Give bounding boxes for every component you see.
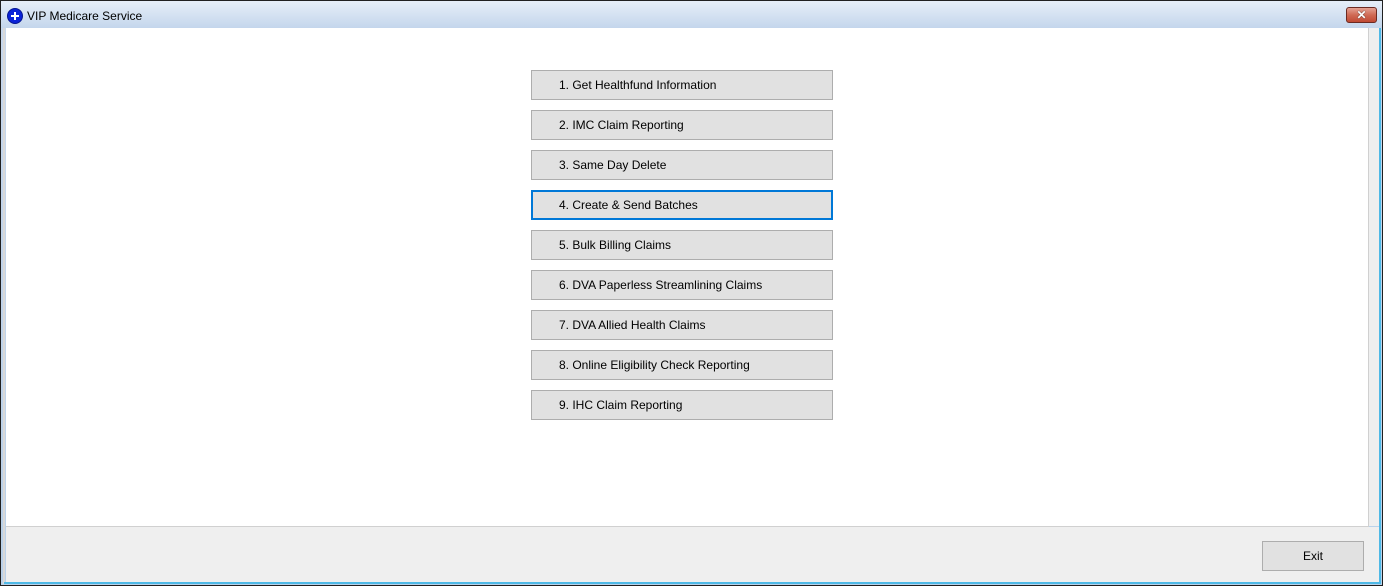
menu-button-get-healthfund-information[interactable]: 1. Get Healthfund Information bbox=[531, 70, 833, 100]
menu-button-create-send-batches[interactable]: 4. Create & Send Batches bbox=[531, 190, 833, 220]
app-plus-icon bbox=[7, 8, 23, 24]
window-border-bottom bbox=[4, 582, 1380, 584]
menu-button-dva-paperless-streamlining-claims[interactable]: 6. DVA Paperless Streamlining Claims bbox=[531, 270, 833, 300]
menu-button-same-day-delete[interactable]: 3. Same Day Delete bbox=[531, 150, 833, 180]
title-bar[interactable]: VIP Medicare Service ✕ bbox=[1, 1, 1382, 28]
menu-button-online-eligibility-check-reporting[interactable]: 8. Online Eligibility Check Reporting bbox=[531, 350, 833, 380]
menu-button-bulk-billing-claims[interactable]: 5. Bulk Billing Claims bbox=[531, 230, 833, 260]
menu-button-imc-claim-reporting[interactable]: 2. IMC Claim Reporting bbox=[531, 110, 833, 140]
window-border-left bbox=[3, 28, 5, 584]
menu-button-dva-allied-health-claims[interactable]: 7. DVA Allied Health Claims bbox=[531, 310, 833, 340]
close-button[interactable]: ✕ bbox=[1346, 7, 1377, 23]
close-icon: ✕ bbox=[1356, 8, 1367, 22]
exit-button[interactable]: Exit bbox=[1262, 541, 1364, 571]
window-border-right bbox=[1379, 28, 1381, 584]
window-title: VIP Medicare Service bbox=[27, 9, 143, 23]
app-window: VIP Medicare Service ✕ 1. Get Healthfund… bbox=[0, 0, 1383, 586]
footer-panel bbox=[6, 527, 1381, 583]
menu-button-ihc-claim-reporting[interactable]: 9. IHC Claim Reporting bbox=[531, 390, 833, 420]
